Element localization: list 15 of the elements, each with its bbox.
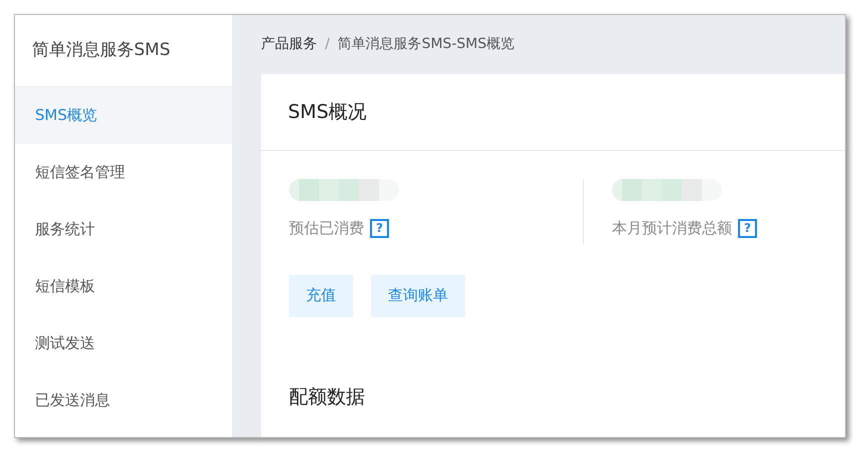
- help-icon[interactable]: ?: [370, 218, 389, 238]
- breadcrumb-link[interactable]: 产品服务: [261, 34, 317, 55]
- section-title: 配额数据: [289, 384, 366, 410]
- sidebar-item[interactable]: 短信签名管理: [15, 144, 232, 201]
- stat-label: 预估已消费: [289, 218, 364, 239]
- sidebar-title: 简单消息服务SMS: [32, 38, 170, 62]
- sidebar-item[interactable]: 服务统计: [15, 201, 232, 258]
- sidebar-item[interactable]: 测试发送: [15, 315, 232, 372]
- card-title: SMS概况: [288, 100, 367, 125]
- sidebar-item[interactable]: 已发送消息: [15, 372, 232, 429]
- sidebar-item[interactable]: 短信模板: [15, 258, 232, 315]
- stat-label: 本月预计消费总额: [612, 218, 732, 239]
- help-icon[interactable]: ?: [738, 218, 757, 238]
- breadcrumb-separator: /: [325, 35, 330, 54]
- breadcrumb-current: 简单消息服务SMS-SMS概览: [338, 35, 514, 54]
